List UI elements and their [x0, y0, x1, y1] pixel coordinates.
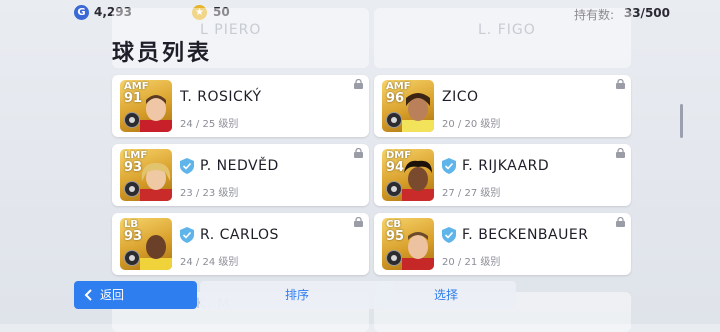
lock-icon — [616, 79, 625, 89]
player-level: 23 / 23 级别 — [180, 188, 239, 199]
player-rating: 93 — [124, 229, 143, 244]
player-card-thumbnail: DMF 94 — [382, 149, 434, 201]
player-name: R. CARLOS — [200, 227, 279, 243]
player-card[interactable]: AMF 91 T. ROSICKÝ 24 / 25 级别 — [112, 75, 369, 137]
player-card-thumbnail: CB 95 — [382, 218, 434, 270]
player-name: F. BECKENBAUER — [462, 227, 589, 243]
club-badge-icon — [124, 181, 140, 197]
player-rating: 96 — [386, 91, 405, 106]
player-card[interactable]: LMF 93 P. NEDVĚD 23 / 23 级别 — [112, 144, 369, 206]
chevron-left-icon — [84, 289, 92, 301]
player-name: F. RIJKAARD — [462, 158, 550, 174]
lock-icon — [616, 217, 625, 227]
shield-icon — [180, 227, 194, 243]
player-rating: 94 — [386, 160, 405, 175]
player-level: 20 / 20 级别 — [442, 119, 501, 130]
player-card-thumbnail: AMF 96 — [382, 80, 434, 132]
player-rating: 93 — [124, 160, 143, 175]
select-button-label: 选择 — [433, 288, 458, 302]
player-card-thumbnail: LB 93 — [120, 218, 172, 270]
club-badge-icon — [386, 250, 402, 266]
shield-icon — [442, 158, 456, 174]
player-card[interactable]: LB 93 R. CARLOS 24 / 24 级别 — [112, 213, 369, 275]
gp-icon: G — [74, 5, 89, 20]
player-card-thumbnail: AMF 91 — [120, 80, 172, 132]
scrollbar[interactable] — [680, 104, 683, 138]
ghost-card-name: L. FIGO — [478, 22, 536, 38]
ghost-card — [374, 8, 631, 68]
player-rating: 95 — [386, 229, 405, 244]
player-level: 24 / 24 级别 — [180, 257, 239, 268]
page-title: 球员列表 — [112, 41, 213, 66]
player-name: ZICO — [442, 89, 479, 105]
player-level: 27 / 27 级别 — [442, 188, 501, 199]
player-card[interactable]: AMF 96 ZICO 20 / 20 级别 — [374, 75, 631, 137]
player-card[interactable]: CB 95 F. BECKENBAUER 20 / 21 级别 — [374, 213, 631, 275]
sort-button[interactable]: 排序 — [200, 281, 394, 309]
shield-icon — [180, 158, 194, 174]
back-button-label: 返回 — [100, 288, 125, 302]
club-badge-icon — [124, 250, 140, 266]
shield-icon — [442, 227, 456, 243]
club-badge-icon — [124, 112, 140, 128]
player-name: T. ROSICKÝ — [180, 89, 262, 105]
player-card-thumbnail: LMF 93 — [120, 149, 172, 201]
club-badge-icon — [386, 112, 402, 128]
sort-button-label: 排序 — [284, 288, 309, 302]
back-button[interactable]: 返回 — [74, 281, 197, 309]
select-button[interactable]: 选择 — [376, 281, 516, 309]
player-card[interactable]: DMF 94 F. RIJKAARD 27 / 27 级别 — [374, 144, 631, 206]
lock-icon — [616, 148, 625, 158]
club-badge-icon — [386, 181, 402, 197]
lock-icon — [354, 148, 363, 158]
lock-icon — [354, 217, 363, 227]
player-level: 20 / 21 级别 — [442, 257, 501, 268]
player-rating: 91 — [124, 91, 143, 106]
player-name: P. NEDVĚD — [200, 158, 279, 174]
lock-icon — [354, 79, 363, 89]
player-level: 24 / 25 级别 — [180, 119, 239, 130]
